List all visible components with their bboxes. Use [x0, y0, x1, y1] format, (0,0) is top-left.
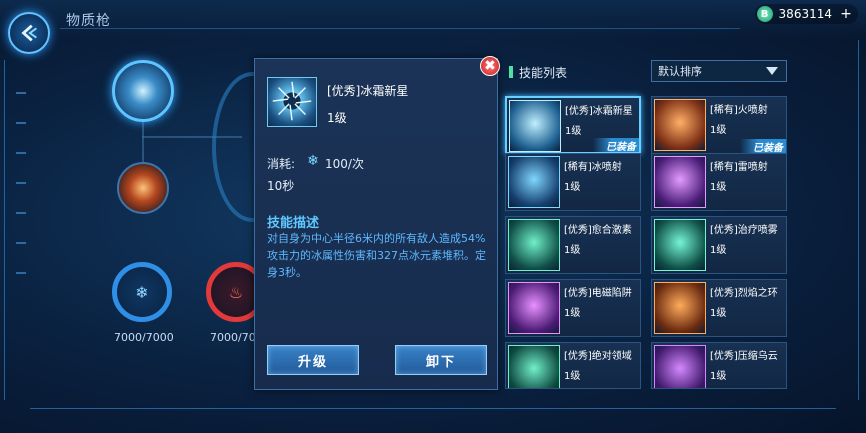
healing-hormone-icon: [508, 219, 560, 271]
skill-card-name: [优秀]冰霜新星: [565, 106, 633, 117]
skill-card-level: 1级: [710, 125, 727, 136]
snowflake-icon: ❄: [135, 282, 149, 302]
skill-list-panel: 技能列表 默认排序 [优秀]冰霜新星 1级 已装备 [稀有]火喷射 1级 已装备 [稀有]冰…: [503, 54, 793, 391]
side-dash: [16, 122, 26, 124]
cost-value: 100/次: [325, 157, 364, 171]
skill-card-name: [优秀]电磁陷阱: [564, 288, 632, 299]
frost-nova-icon: [267, 77, 317, 127]
skill-list-title: 技能列表: [519, 66, 568, 80]
skill-card-level: 1级: [564, 245, 581, 256]
side-dash: [16, 182, 26, 184]
chevron-down-icon: [766, 67, 778, 75]
skill-card-level: 1级: [710, 371, 727, 382]
ice-jet-icon: [508, 156, 560, 208]
skill-card-level: 1级: [564, 308, 581, 319]
skill-node-frost[interactable]: [112, 60, 174, 122]
skill-card-level: 1级: [565, 126, 582, 137]
back-button[interactable]: [8, 12, 50, 54]
skill-card[interactable]: [优秀]压缩乌云 1级: [651, 342, 787, 389]
page-title: 物质枪: [66, 13, 111, 29]
description-text: 对自身为中心半径6米内的所有敌人造成54%攻击力的冰属性伤害和327点冰元素堆积…: [267, 232, 486, 279]
skill-card-level: 1级: [710, 245, 727, 256]
skill-node-fire[interactable]: [117, 162, 169, 214]
skill-card[interactable]: [稀有]冰喷射 1级: [505, 153, 641, 211]
top-bar: [0, 0, 866, 40]
skill-card[interactable]: [优秀]愈合激素 1级: [505, 216, 641, 274]
title-accent-bar: [509, 66, 513, 78]
frame-right-line: [858, 40, 859, 400]
frame-left-line: [4, 60, 5, 400]
skill-detail-popup: [优秀]冰霜新星 1级 消耗: ❄ 100/次 10秒 技能描述 对自身为中心半…: [254, 58, 498, 390]
popup-skill-name: [优秀]冰霜新星: [327, 84, 409, 98]
equipped-badge: 已装备: [593, 138, 639, 152]
side-dash: [16, 272, 26, 274]
fire-stat-value: 7000/70: [210, 331, 256, 344]
side-dash: [16, 92, 26, 94]
coin-icon: B: [756, 6, 773, 22]
sort-dropdown[interactable]: 默认排序: [651, 60, 787, 82]
equipped-badge: 已装备: [740, 139, 786, 153]
skill-card-level: 1级: [564, 371, 581, 382]
close-icon[interactable]: ✖: [480, 56, 500, 76]
skill-card-level: 1级: [564, 182, 581, 193]
ice-stat-circle: ❄: [112, 262, 172, 322]
ice-stat-value: 7000/7000: [114, 331, 174, 344]
back-arrow-icon: [21, 24, 37, 42]
healing-spray-icon: [654, 219, 706, 271]
skill-card-level: 1级: [710, 182, 727, 193]
description-title: 技能描述: [267, 216, 320, 231]
upgrade-button[interactable]: 升级: [267, 345, 359, 375]
skill-card[interactable]: [稀有]雷喷射 1级: [651, 153, 787, 211]
snowflake-icon: ❄: [307, 153, 319, 169]
skill-card[interactable]: [优秀]治疗喷雾 1级: [651, 216, 787, 274]
skill-card-name: [优秀]治疗喷雾: [710, 225, 778, 236]
thunder-jet-icon: [654, 156, 706, 208]
skill-card-level: 1级: [710, 308, 727, 319]
frost-nova-icon: [509, 100, 561, 152]
sort-dropdown-value: 默认排序: [658, 65, 702, 78]
flame-ring-icon: [654, 282, 706, 334]
skill-card[interactable]: [稀有]火喷射 1级已装备: [651, 96, 787, 154]
unequip-button[interactable]: 卸下: [395, 345, 487, 375]
skill-card-name: [稀有]冰喷射: [564, 162, 622, 173]
skill-card-name: [优秀]愈合激素: [564, 225, 632, 236]
fire-icon: ♨: [228, 282, 244, 302]
tree-connector: [142, 118, 144, 164]
skill-card-name: [稀有]雷喷射: [710, 162, 768, 173]
currency-value: 3863114: [778, 7, 832, 21]
skill-card[interactable]: [优秀]烈焰之环 1级: [651, 279, 787, 337]
absolute-field-icon: [508, 345, 560, 388]
duration-value: 10秒: [267, 179, 295, 193]
frame-bottom-line: [30, 408, 836, 409]
skill-card-name: [稀有]火喷射: [710, 105, 768, 116]
side-dash: [16, 152, 26, 154]
skill-card-name: [优秀]烈焰之环: [710, 288, 778, 299]
skill-card[interactable]: [优秀]绝对领域 1级: [505, 342, 641, 389]
side-dash: [16, 212, 26, 214]
popup-skill-level: 1级: [327, 111, 347, 125]
add-currency-button[interactable]: +: [838, 6, 854, 22]
skill-card[interactable]: [优秀]冰霜新星 1级 已装备: [505, 96, 641, 154]
side-dash: [16, 242, 26, 244]
currency-display: B 3863114 +: [754, 4, 858, 24]
emp-trap-icon: [508, 282, 560, 334]
skill-card-name: [优秀]绝对领域: [564, 351, 632, 362]
skill-card[interactable]: [优秀]电磁陷阱 1级: [505, 279, 641, 337]
cost-label: 消耗:: [267, 157, 296, 171]
skill-card-name: [优秀]压缩乌云: [710, 351, 778, 362]
fire-jet-icon: [654, 99, 706, 151]
compressed-cloud-icon: [654, 345, 706, 388]
